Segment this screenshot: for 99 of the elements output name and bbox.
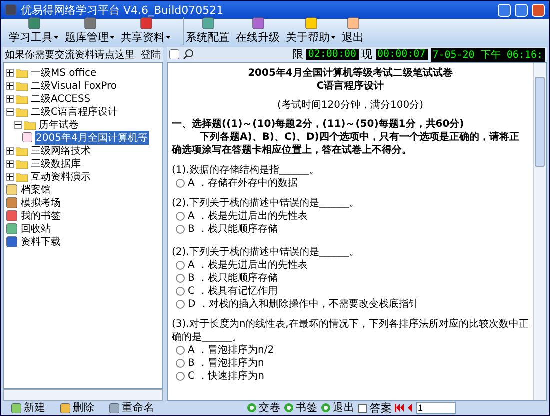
option-label: A ．冒泡排序为n/2 — [188, 344, 274, 357]
tree-item[interactable]: 回收站 — [20, 222, 52, 236]
option-label: A ．栈是先进后出的先性表 — [188, 259, 308, 272]
window-title: 优易得网络学习平台 V4.6_Build070521 — [21, 2, 225, 18]
search-icon[interactable] — [183, 49, 194, 60]
radio-button[interactable] — [176, 300, 185, 309]
option-label: D ．对栈的插入和删除操作中，不需要改变栈底指针 — [188, 298, 419, 311]
folder-icon — [16, 80, 28, 90]
radio-button[interactable] — [176, 212, 185, 221]
folder-icon — [24, 120, 36, 130]
tree-item[interactable]: 二级ACCESS — [30, 92, 92, 106]
elapsed-label: 现 — [362, 47, 373, 62]
page-field[interactable]: 1 — [416, 402, 456, 414]
answer-checkbox[interactable] — [358, 404, 367, 412]
toolbar-button[interactable]: 在线升级 — [234, 17, 282, 45]
action-button[interactable]: 重命名 — [109, 401, 155, 415]
footer-button[interactable]: 交卷 — [247, 401, 281, 415]
limit-label: 限 — [292, 47, 304, 62]
clock: 7-05-20 下午 06:16: — [430, 48, 545, 62]
caret-icon — [54, 36, 59, 39]
radio-button[interactable] — [176, 179, 185, 188]
time-limit: 02:00:00 — [306, 49, 359, 60]
horizontal-scrollbar[interactable] — [3, 389, 163, 401]
question-text: (2).下列关于栈的描述中错误的是______。 — [172, 246, 360, 259]
option-label: A ．存储在外存中的数据 — [188, 177, 298, 190]
tree-item[interactable]: 档案馆 — [20, 182, 52, 196]
instructions: 下列各题A)、B)、C)、D)四个选项中，只有一个选项是正确的，请将正确选项涂写在答题卡相应位置上，答在试卷上不得分。 — [172, 131, 520, 157]
folder-icon — [16, 106, 28, 116]
vertical-scrollbar[interactable] — [533, 63, 546, 400]
question-text: (1).数据的存储结构是指______。 — [172, 164, 320, 177]
elapsed-time: 00:00:07 — [376, 49, 428, 60]
answer-label: 答案 — [370, 400, 392, 415]
close-button[interactable] — [532, 4, 545, 16]
radio-button[interactable] — [176, 346, 185, 355]
first-page-icon[interactable] — [395, 404, 405, 412]
radio-button[interactable] — [176, 359, 185, 368]
tree-item[interactable]: 一级MS office — [30, 66, 98, 80]
tree-item[interactable]: 三级数据库 — [30, 156, 82, 170]
expand-icon[interactable] — [6, 146, 14, 154]
action-button[interactable]: 删除 — [60, 401, 95, 415]
caret-icon — [166, 36, 171, 39]
expand-icon[interactable] — [6, 68, 14, 76]
radio-button[interactable] — [176, 274, 185, 283]
option-label: A ．栈是先进后出的先性表 — [188, 210, 308, 223]
tree-item[interactable]: 历年试卷 — [38, 118, 80, 132]
section-heading: 一、选择题((1)～(10)每题2分，(11)～(50)每题1分，共60分) — [172, 118, 466, 131]
tree-item[interactable]: 互动资料演示 — [30, 170, 92, 184]
question-text: (3).对于长度为n的线性表,在最坏的情况下，下列各排序法所对应的比较次数中正确的是______。 — [172, 318, 529, 344]
radio-button[interactable] — [176, 225, 185, 234]
tree-item[interactable]: 二级Visual FoxPro — [30, 78, 118, 92]
tree-item[interactable]: 我的书签 — [20, 208, 62, 222]
toolbar-button[interactable]: 学习工具 — [7, 17, 61, 45]
exam-info: (考试时间120分钟，满分100分) — [276, 99, 424, 112]
caret-icon — [331, 36, 336, 39]
folder-icon — [16, 68, 28, 78]
exam-subtitle: C语言程序设计 — [316, 80, 386, 93]
tree-item[interactable]: 模拟考场 — [20, 196, 62, 210]
notice-text: 如果你需要交流资料请点这里 — [5, 48, 135, 62]
option-label: C ．快速排序为n — [188, 370, 264, 383]
expand-icon[interactable] — [6, 160, 14, 168]
folder-icon — [16, 172, 28, 182]
toolbar-button[interactable]: 退出 — [340, 17, 366, 45]
login-link[interactable]: 登陆 — [141, 48, 161, 62]
option-label: B ．栈只能顺序存储 — [188, 272, 278, 285]
circle-icon — [247, 403, 257, 413]
toolbar-button[interactable]: 系统配置 — [183, 17, 232, 45]
footer-button[interactable]: 退出 — [321, 401, 355, 415]
expand-icon[interactable] — [6, 172, 14, 180]
question-text: (2).下列关于栈的描述中错误的是______。 — [172, 197, 360, 210]
radio-button[interactable] — [176, 287, 185, 296]
exam-title: 2005年4月全国计算机等级考试二级笔试试卷 — [247, 67, 454, 80]
maximize-button[interactable] — [515, 4, 528, 16]
radio-button[interactable] — [176, 261, 185, 270]
collapse-icon[interactable] — [14, 120, 22, 128]
tree-item[interactable]: 2005年4月全国计算机等 — [35, 130, 149, 144]
collapse-icon[interactable] — [6, 108, 14, 116]
tree-item[interactable]: 二级C语言程序设计 — [30, 104, 119, 118]
toolbar-button[interactable]: 共享资料 — [119, 17, 173, 45]
circle-icon — [284, 403, 294, 413]
option-label: C ．栈具有记忆作用 — [188, 285, 278, 298]
minimize-button[interactable] — [498, 4, 511, 16]
caret-icon — [110, 36, 115, 39]
tree-item[interactable]: 资料下载 — [20, 234, 62, 248]
radio-button[interactable] — [176, 372, 185, 381]
window-icon — [169, 49, 180, 60]
folder-icon — [16, 94, 28, 104]
folder-icon — [16, 146, 28, 156]
footer-button[interactable]: 书签 — [284, 401, 318, 415]
tree-item[interactable]: 三级网络技术 — [30, 144, 92, 158]
expand-icon[interactable] — [6, 94, 14, 102]
previous-page-icon[interactable] — [408, 404, 413, 412]
option-label: B ．栈只能顺序存储 — [188, 223, 278, 236]
toolbar-button[interactable]: 题库管理 — [63, 17, 117, 45]
circle-icon — [321, 403, 331, 413]
folder-icon — [16, 158, 28, 168]
option-label: B ．冒泡排序为n — [188, 357, 264, 370]
toolbar-button[interactable]: 关于帮助 — [284, 17, 338, 45]
action-button[interactable]: 新建 — [11, 401, 46, 415]
expand-icon[interactable] — [6, 82, 14, 90]
